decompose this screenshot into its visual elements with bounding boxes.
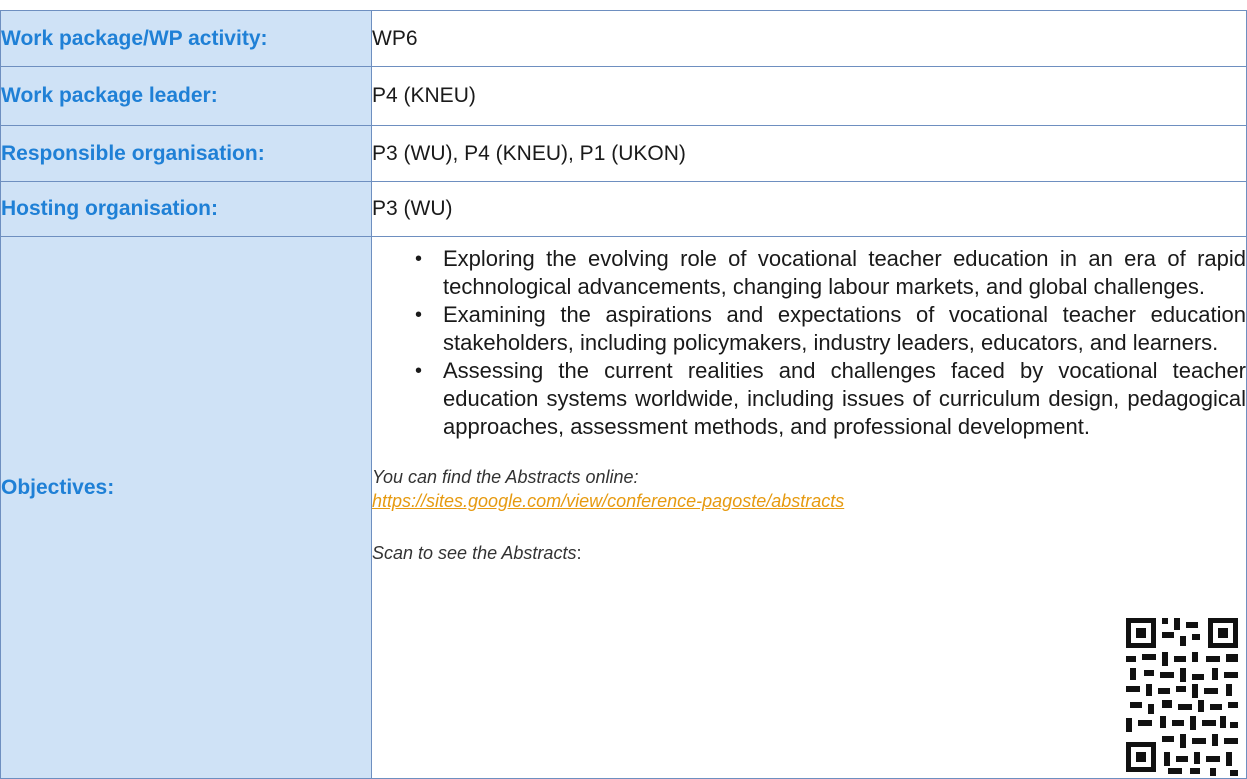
bullet-icon: • [415, 248, 423, 270]
document-page: Work package/WP activity: WP6 Work packa… [0, 0, 1247, 779]
table-row: Work package/WP activity: WP6 [0, 10, 1247, 67]
table-row: Responsible organisation: P3 (WU), P4 (K… [0, 125, 1247, 182]
table-row: Hosting organisation: P3 (WU) [0, 181, 1247, 237]
row-value: P3 (WU) [371, 181, 1247, 237]
objective-text: Examining the aspirations and expectatio… [443, 302, 1246, 355]
row-value: WP6 [371, 10, 1247, 67]
scan-instruction: Scan to see the Abstracts: [372, 541, 1246, 565]
row-label: Work package leader: [0, 66, 372, 126]
table-row-objectives: Objectives: • Exploring the evolving rol… [0, 236, 1247, 779]
project-info-table: Work package/WP activity: WP6 Work packa… [0, 10, 1247, 779]
row-label: Work package/WP activity: [0, 10, 372, 67]
row-value: P4 (KNEU) [371, 66, 1247, 126]
row-label: Hosting organisation: [0, 181, 372, 237]
list-item: • Assessing the current realities and ch… [415, 357, 1246, 441]
row-value: P3 (WU), P4 (KNEU), P1 (UKON) [371, 125, 1247, 182]
list-item: • Exploring the evolving role of vocatio… [415, 245, 1246, 301]
objectives-list: • Exploring the evolving role of vocatio… [372, 245, 1246, 441]
qr-code-icon[interactable] [1120, 612, 1244, 778]
objective-text: Exploring the evolving role of vocationa… [443, 246, 1246, 299]
abstracts-link[interactable]: https://sites.google.com/view/conference… [372, 491, 844, 511]
table-row: Work package leader: P4 (KNEU) [0, 66, 1247, 126]
abstracts-note: You can find the Abstracts online: https… [372, 465, 1246, 565]
row-label: Responsible organisation: [0, 125, 372, 182]
abstracts-intro: You can find the Abstracts online: [372, 467, 639, 487]
bullet-icon: • [415, 304, 423, 326]
objectives-cell: • Exploring the evolving role of vocatio… [371, 236, 1247, 779]
scan-suffix: : [576, 543, 582, 563]
bullet-icon: • [415, 360, 423, 382]
list-item: • Examining the aspirations and expectat… [415, 301, 1246, 357]
objectives-label: Objectives: [0, 236, 372, 779]
objective-text: Assessing the current realities and chal… [443, 358, 1246, 439]
scan-text: Scan to see the Abstracts [372, 543, 577, 563]
